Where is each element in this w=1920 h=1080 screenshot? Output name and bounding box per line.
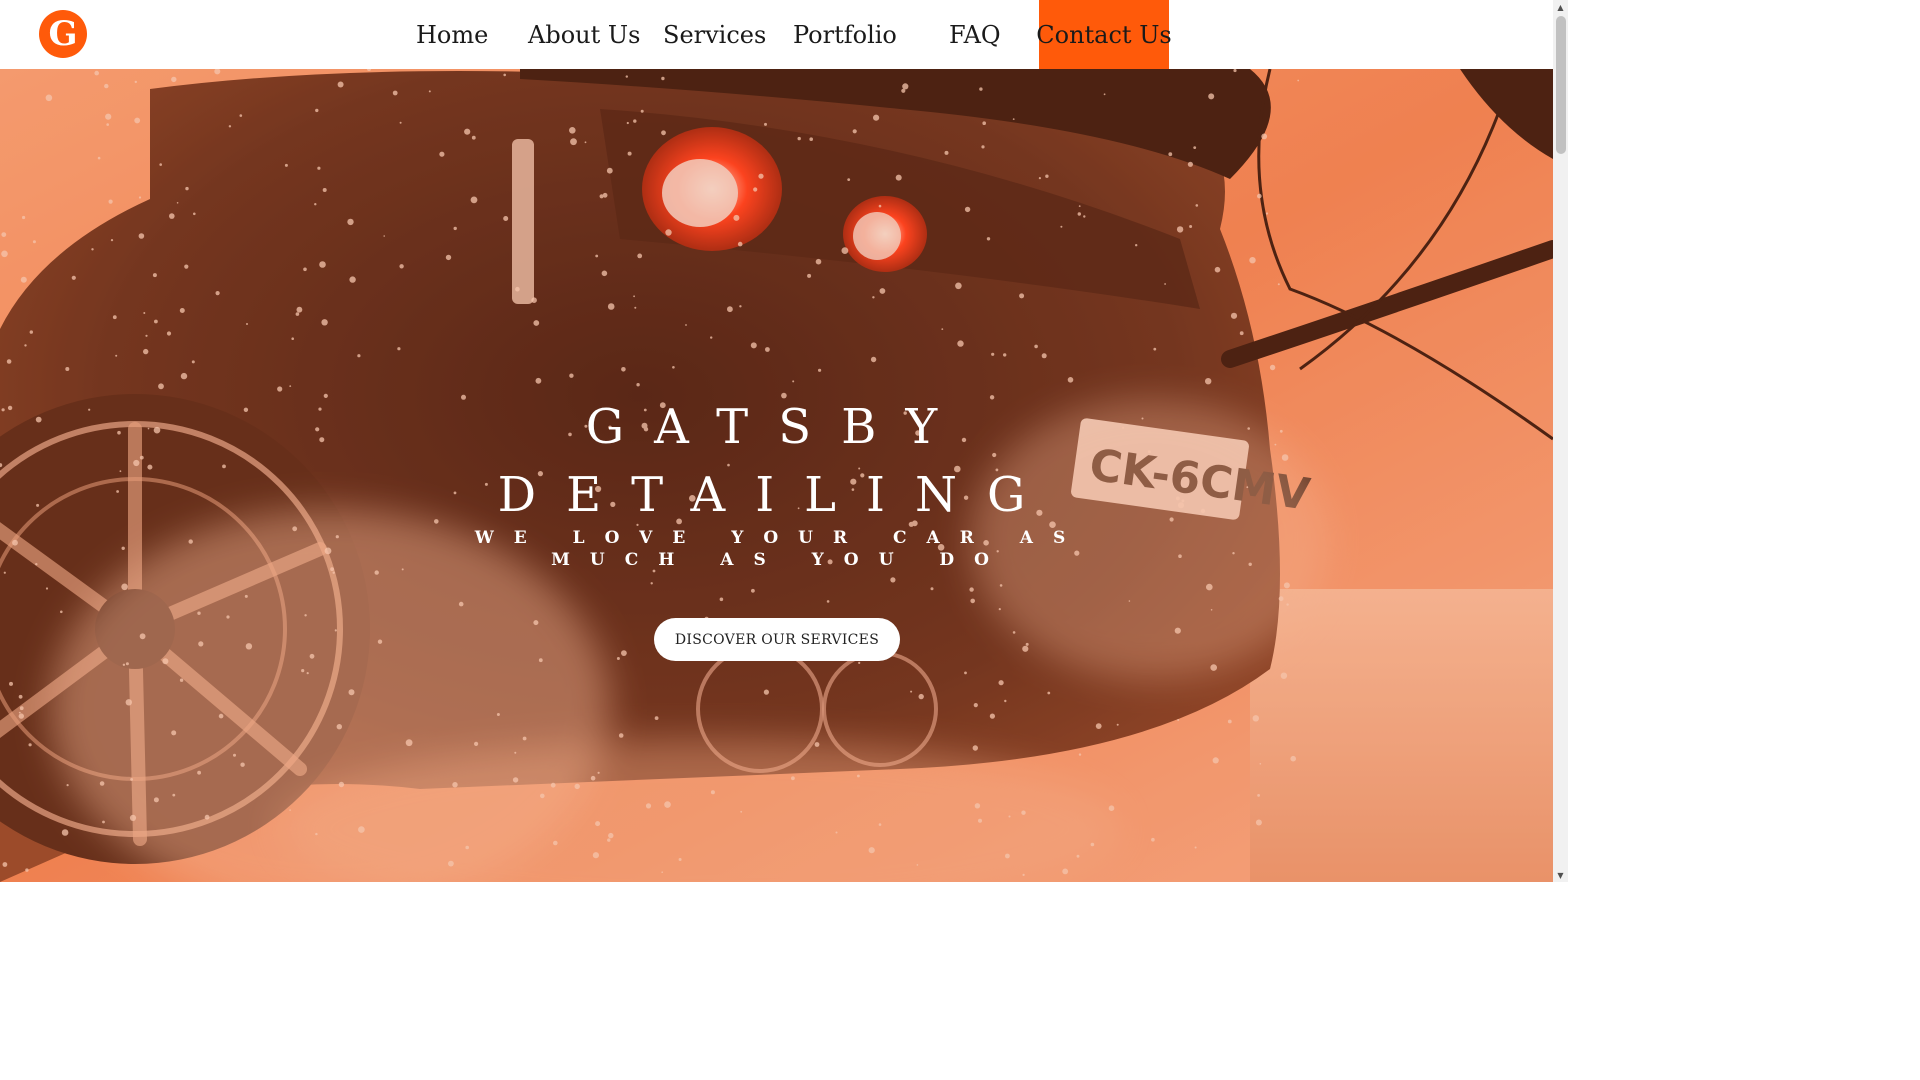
nav-contact-us[interactable]: Contact Us (1036, 0, 1172, 69)
top-navbar: G Home About Us Services Portfolio FAQ C… (0, 0, 1553, 69)
scroll-down-arrow-icon[interactable]: ▼ (1553, 868, 1568, 882)
nav-about-us[interactable]: About Us (528, 0, 640, 69)
nav-portfolio[interactable]: Portfolio (793, 0, 897, 69)
scroll-thumb[interactable] (1556, 16, 1566, 154)
hero-title-line-1: GATSBY (585, 399, 968, 455)
nav-home[interactable]: Home (416, 0, 488, 69)
nav-services[interactable]: Services (663, 0, 766, 69)
hero-title-line-2: DETAILING (497, 467, 1056, 523)
logo-letter: G (48, 14, 78, 54)
page-scrollbar[interactable]: ▲ ▼ (1553, 0, 1568, 882)
scroll-up-arrow-icon[interactable]: ▲ (1553, 0, 1568, 14)
gatsby-g-logo-icon[interactable]: G (39, 10, 87, 58)
hero-subtitle: WE LOVE YOUR CAR AS MUCH AS YOU DO (474, 528, 1086, 570)
hero-section: CK-6CMV GATSBY DETAILING WE LOVE YOUR CA… (0, 69, 1553, 882)
discover-services-button[interactable]: DISCOVER OUR SERVICES (654, 618, 900, 661)
nav-faq[interactable]: FAQ (949, 0, 1001, 69)
page: G Home About Us Services Portfolio FAQ C… (0, 0, 1568, 882)
